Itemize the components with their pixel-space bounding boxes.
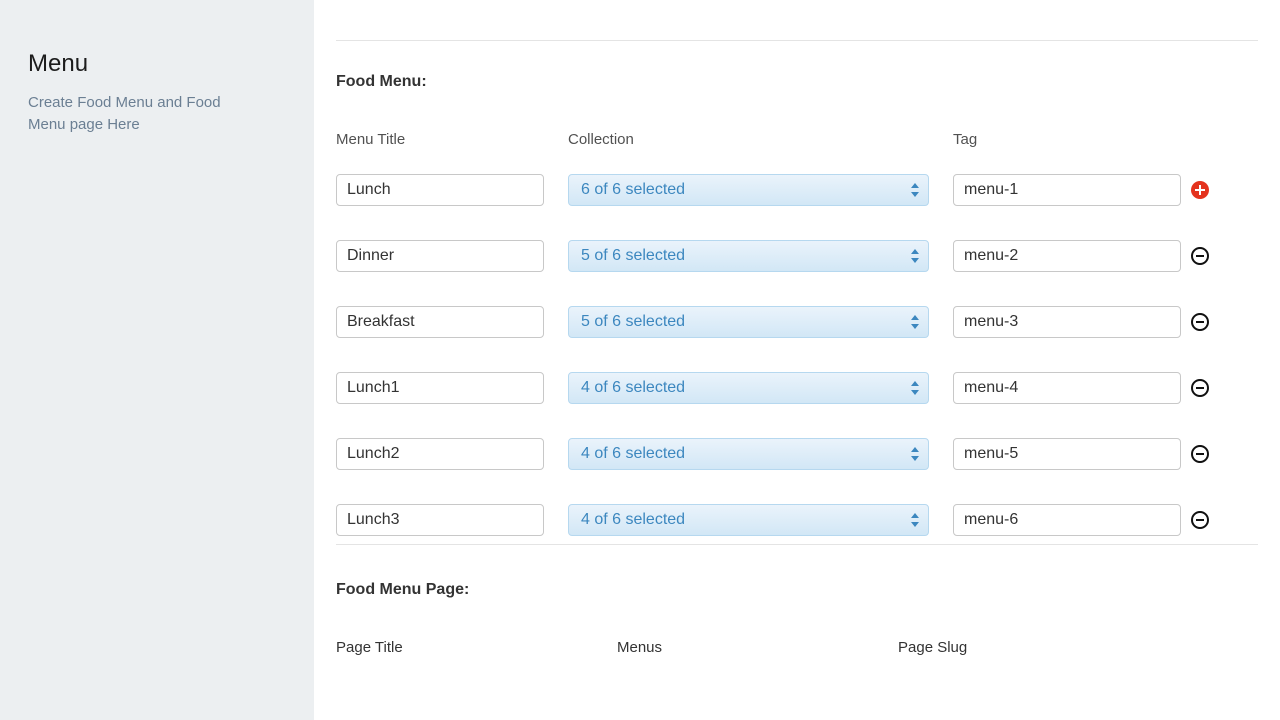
header-menu-title: Menu Title bbox=[336, 131, 568, 148]
remove-row-button[interactable] bbox=[1189, 377, 1211, 399]
collection-select[interactable]: 4 of 6 selected bbox=[568, 438, 929, 470]
sort-arrows-icon bbox=[910, 249, 920, 263]
collection-select[interactable]: 4 of 6 selected bbox=[568, 504, 929, 536]
food-menu-page-heading: Food Menu Page: bbox=[336, 581, 1258, 599]
sort-arrows-icon bbox=[910, 183, 920, 197]
minus-icon bbox=[1191, 445, 1209, 463]
collection-select-label: 5 of 6 selected bbox=[581, 247, 685, 265]
header-collection: Collection bbox=[568, 131, 953, 148]
food-menu-row: 5 of 6 selected bbox=[336, 306, 1258, 338]
collection-select[interactable]: 5 of 6 selected bbox=[568, 240, 929, 272]
tag-input[interactable] bbox=[953, 438, 1181, 470]
collection-select-label: 4 of 6 selected bbox=[581, 511, 685, 529]
minus-icon bbox=[1191, 313, 1209, 331]
collection-select-label: 6 of 6 selected bbox=[581, 181, 685, 199]
food-menu-heading: Food Menu: bbox=[336, 73, 1258, 91]
minus-icon bbox=[1191, 379, 1209, 397]
menu-title-input[interactable] bbox=[336, 240, 544, 272]
minus-icon bbox=[1191, 511, 1209, 529]
collection-select-label: 5 of 6 selected bbox=[581, 313, 685, 331]
collection-select[interactable]: 6 of 6 selected bbox=[568, 174, 929, 206]
remove-row-button[interactable] bbox=[1189, 443, 1211, 465]
plus-icon bbox=[1191, 181, 1209, 199]
menu-title-input[interactable] bbox=[336, 372, 544, 404]
collection-select-label: 4 of 6 selected bbox=[581, 379, 685, 397]
sidebar-description: Create Food Menu and Food Menu page Here bbox=[28, 92, 248, 136]
section-divider bbox=[336, 544, 1258, 545]
header-page-slug: Page Slug bbox=[898, 639, 1179, 656]
sort-arrows-icon bbox=[910, 513, 920, 527]
tag-input[interactable] bbox=[953, 174, 1181, 206]
menu-title-input[interactable] bbox=[336, 504, 544, 536]
header-menus: Menus bbox=[617, 639, 898, 656]
menu-title-input[interactable] bbox=[336, 438, 544, 470]
remove-row-button[interactable] bbox=[1189, 311, 1211, 333]
sort-arrows-icon bbox=[910, 447, 920, 461]
menu-title-input[interactable] bbox=[336, 174, 544, 206]
tag-input[interactable] bbox=[953, 372, 1181, 404]
food-menu-row: 4 of 6 selected bbox=[336, 504, 1258, 536]
header-tag: Tag bbox=[953, 131, 1209, 148]
add-row-button[interactable] bbox=[1189, 179, 1211, 201]
food-menu-page-section: Food Menu Page: Page Title Menus Page Sl… bbox=[336, 581, 1258, 656]
food-menu-row: 6 of 6 selected bbox=[336, 174, 1258, 206]
tag-input[interactable] bbox=[953, 240, 1181, 272]
tag-input[interactable] bbox=[953, 504, 1181, 536]
food-menu-column-headers: Menu Title Collection Tag bbox=[336, 131, 1258, 148]
food-menu-row: 5 of 6 selected bbox=[336, 240, 1258, 272]
collection-select[interactable]: 5 of 6 selected bbox=[568, 306, 929, 338]
food-menu-row: 4 of 6 selected bbox=[336, 438, 1258, 470]
sort-arrows-icon bbox=[910, 315, 920, 329]
minus-icon bbox=[1191, 247, 1209, 265]
header-page-title: Page Title bbox=[336, 639, 617, 656]
sidebar: Menu Create Food Menu and Food Menu page… bbox=[0, 0, 314, 720]
collection-select-label: 4 of 6 selected bbox=[581, 445, 685, 463]
food-menu-section: Food Menu: Menu Title Collection Tag 6 o… bbox=[336, 40, 1258, 536]
food-menu-row: 4 of 6 selected bbox=[336, 372, 1258, 404]
food-menu-page-column-headers: Page Title Menus Page Slug bbox=[336, 639, 1258, 656]
app-root: Menu Create Food Menu and Food Menu page… bbox=[0, 0, 1280, 720]
remove-row-button[interactable] bbox=[1189, 245, 1211, 267]
menu-title-input[interactable] bbox=[336, 306, 544, 338]
sidebar-title: Menu bbox=[28, 50, 290, 78]
main-card: Food Menu: Menu Title Collection Tag 6 o… bbox=[314, 0, 1280, 720]
collection-select[interactable]: 4 of 6 selected bbox=[568, 372, 929, 404]
sort-arrows-icon bbox=[910, 381, 920, 395]
remove-row-button[interactable] bbox=[1189, 509, 1211, 531]
tag-input[interactable] bbox=[953, 306, 1181, 338]
food-menu-rows: 6 of 6 selected 5 of 6 selected 5 of 6 sel… bbox=[336, 174, 1258, 536]
